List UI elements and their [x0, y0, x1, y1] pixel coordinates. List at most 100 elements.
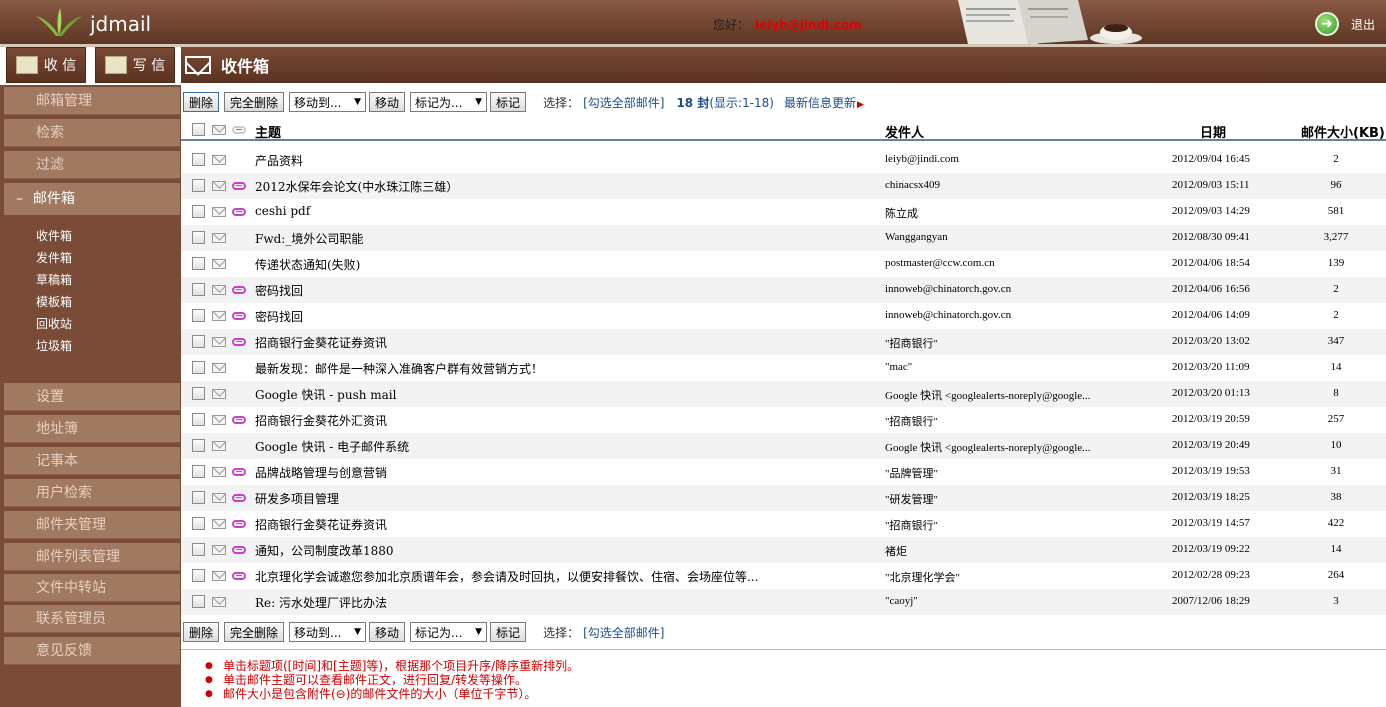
select-all-link[interactable]: [勾选全部邮件] — [583, 94, 664, 111]
delete-button-bottom[interactable]: 删除 — [183, 622, 220, 642]
sidebar-item-folder-manage[interactable]: 邮件夹管理 — [4, 511, 180, 539]
row-checkbox[interactable] — [192, 413, 205, 426]
table-row[interactable]: 密码找回 innoweb@chinatorch.gov.cn 2012/04/06 … — [181, 303, 1386, 329]
folder-sent[interactable]: 发件箱 — [4, 247, 180, 269]
delete-button[interactable]: 删除 — [183, 92, 220, 112]
column-date[interactable]: 日期 — [1200, 122, 1226, 141]
sidebar-item-mailboxes[interactable]: – 邮件箱 — [4, 183, 180, 215]
mail-subject[interactable]: 密码找回 — [255, 308, 855, 325]
row-checkbox[interactable] — [192, 439, 205, 452]
mail-subject[interactable]: 研发多项目管理 — [255, 490, 855, 507]
mail-subject[interactable]: 传递状态通知(失败) — [255, 256, 855, 273]
sidebar-item-contact-admin[interactable]: 联系管理员 — [4, 605, 180, 633]
table-row[interactable]: Fwd:_境外公司职能 Wanggangyan 2012/08/30 09:41 3,… — [181, 225, 1386, 251]
folder-trash[interactable]: 回收站 — [4, 313, 180, 335]
sidebar-item-feedback[interactable]: 意见反馈 — [4, 637, 180, 665]
mail-subject[interactable]: Re: 污水处理厂评比办法 — [255, 594, 855, 611]
mail-subject[interactable]: 产品资料 — [255, 152, 855, 169]
move-button-bottom[interactable]: 移动 — [369, 622, 406, 642]
write-mail-button[interactable]: 写 信 — [95, 47, 175, 83]
compose-icon — [104, 56, 127, 74]
column-sender[interactable]: 发件人 — [885, 122, 924, 141]
sidebar-item-address-book[interactable]: 地址簿 — [4, 415, 180, 443]
table-row[interactable]: 最新发现：邮件是一种深入准确客户群有效营销方式！ "mac" 2012/03/20 … — [181, 355, 1386, 381]
column-size[interactable]: 邮件大小(KB) — [1301, 122, 1385, 141]
sidebar-item-mailing-list[interactable]: 邮件列表管理 — [4, 543, 180, 571]
sidebar-item-search[interactable]: 检索 — [4, 119, 180, 147]
row-checkbox[interactable] — [192, 465, 205, 478]
mark-button-bottom[interactable]: 标记 — [490, 622, 527, 642]
select-all-link-bottom[interactable]: [勾选全部邮件] — [583, 624, 664, 641]
mark-as-select-bottom[interactable]: 标记为... ▼ — [410, 622, 488, 642]
row-checkbox[interactable] — [192, 595, 205, 608]
table-row[interactable]: 招商银行金葵花证券资讯 "招商银行" 2012/03/20 13:02 347 — [181, 329, 1386, 355]
mail-subject[interactable]: 招商银行金葵花外汇资讯 — [255, 412, 855, 429]
table-row[interactable]: 2012水保年会论文(中水珠江陈三雄） chinacsx409 2012/09/03… — [181, 173, 1386, 199]
sidebar-item-settings[interactable]: 设置 — [4, 383, 180, 411]
row-checkbox[interactable] — [192, 517, 205, 530]
folder-templates[interactable]: 模板箱 — [4, 291, 180, 313]
delete-permanently-button-bottom[interactable]: 完全删除 — [224, 622, 285, 642]
receive-mail-button[interactable]: 收 信 — [6, 47, 86, 83]
select-all-checkbox[interactable] — [192, 123, 205, 136]
table-row[interactable]: 招商银行金葵花证券资讯 "招商银行" 2012/03/19 14:57 422 — [181, 511, 1386, 537]
mail-date: 2012/09/03 15:11 — [1172, 179, 1250, 191]
mail-subject[interactable]: Google 快讯 - push mail — [255, 386, 855, 403]
table-row[interactable]: 密码找回 innoweb@chinatorch.gov.cn 2012/04/06 … — [181, 277, 1386, 303]
table-row[interactable]: 产品资料 leiyb@jindi.com 2012/09/04 16:45 2 — [181, 147, 1386, 173]
mail-subject[interactable]: 招商银行金葵花证券资讯 — [255, 334, 855, 351]
chevron-down-icon: ▼ — [475, 627, 483, 637]
sidebar-item-mailbox-manage[interactable]: 邮箱管理 — [4, 87, 180, 115]
mail-subject[interactable]: 通知，公司制度改革1880 — [255, 542, 855, 559]
mail-subject[interactable]: 北京理化学会诚邀您参加北京质谱年会，参会请及时回执，以便安排餐饮、住宿、会场座位… — [255, 568, 855, 585]
table-row[interactable]: 品牌战略管理与创意营销 "品牌管理" 2012/03/19 19:53 31 — [181, 459, 1386, 485]
table-row[interactable]: Google 快讯 - push mail Google 快讯 <googleal… — [181, 381, 1386, 407]
row-checkbox[interactable] — [192, 179, 205, 192]
table-row[interactable]: 招商银行金葵花外汇资讯 "招商银行" 2012/03/19 20:59 257 — [181, 407, 1386, 433]
mail-subject[interactable]: 品牌战略管理与创意营销 — [255, 464, 855, 481]
row-checkbox[interactable] — [192, 153, 205, 166]
row-checkbox[interactable] — [192, 361, 205, 374]
mail-subject[interactable]: 2012水保年会论文(中水珠江陈三雄） — [255, 178, 855, 195]
row-checkbox[interactable] — [192, 205, 205, 218]
table-row[interactable]: 通知，公司制度改革1880 褚炬 2012/03/19 09:22 14 — [181, 537, 1386, 563]
mail-subject[interactable]: Fwd:_境外公司职能 — [255, 230, 855, 247]
move-to-select[interactable]: 移动到... ▼ — [289, 92, 367, 112]
sidebar-item-file-transfer[interactable]: 文件中转站 — [4, 574, 180, 602]
table-row[interactable]: Google 快讯 - 电子邮件系统 Google 快讯 <googlealert… — [181, 433, 1386, 459]
row-checkbox[interactable] — [192, 231, 205, 244]
row-checkbox[interactable] — [192, 543, 205, 556]
attachment-icon — [232, 182, 246, 190]
folder-drafts[interactable]: 草稿箱 — [4, 269, 180, 291]
mark-as-select[interactable]: 标记为... ▼ — [410, 92, 488, 112]
mail-subject[interactable]: 最新发现：邮件是一种深入准确客户群有效营销方式！ — [255, 360, 855, 377]
sidebar-item-user-search[interactable]: 用户检索 — [4, 479, 180, 507]
table-row[interactable]: Re: 污水处理厂评比办法 "caoyj" 2007/12/06 18:29 3 — [181, 589, 1386, 615]
sidebar-item-notepad[interactable]: 记事本 — [4, 447, 180, 475]
move-to-select-bottom[interactable]: 移动到... ▼ — [289, 622, 367, 642]
move-button[interactable]: 移动 — [369, 92, 406, 112]
folder-spam[interactable]: 垃圾箱 — [4, 335, 180, 357]
logout-button[interactable]: ➜ 退出 — [1315, 12, 1375, 36]
mark-button[interactable]: 标记 — [490, 92, 527, 112]
delete-permanently-button[interactable]: 完全删除 — [224, 92, 285, 112]
row-checkbox[interactable] — [192, 569, 205, 582]
mail-subject[interactable]: 招商银行金葵花证券资讯 — [255, 516, 855, 533]
row-checkbox[interactable] — [192, 335, 205, 348]
sidebar-item-filter[interactable]: 过滤 — [4, 151, 180, 179]
row-checkbox[interactable] — [192, 309, 205, 322]
row-checkbox[interactable] — [192, 283, 205, 296]
mail-subject[interactable]: Google 快讯 - 电子邮件系统 — [255, 438, 855, 455]
row-checkbox[interactable] — [192, 387, 205, 400]
table-row[interactable]: 研发多项目管理 "研发管理" 2012/03/19 18:25 38 — [181, 485, 1386, 511]
refresh-link[interactable]: 最新信息更新▶ — [784, 94, 864, 111]
table-row[interactable]: 传递状态通知(失败) postmaster@ccw.com.cn 2012/04/0… — [181, 251, 1386, 277]
table-row[interactable]: ceshi pdf 陈立成 2012/09/03 14:29 581 — [181, 199, 1386, 225]
table-row[interactable]: 北京理化学会诚邀您参加北京质谱年会，参会请及时回执，以便安排餐饮、住宿、会场座位… — [181, 563, 1386, 589]
row-checkbox[interactable] — [192, 257, 205, 270]
folder-inbox[interactable]: 收件箱 — [4, 225, 180, 247]
column-subject[interactable]: 主题 — [255, 122, 281, 141]
mail-subject[interactable]: 密码找回 — [255, 282, 855, 299]
mail-subject[interactable]: ceshi pdf — [255, 204, 855, 218]
row-checkbox[interactable] — [192, 491, 205, 504]
